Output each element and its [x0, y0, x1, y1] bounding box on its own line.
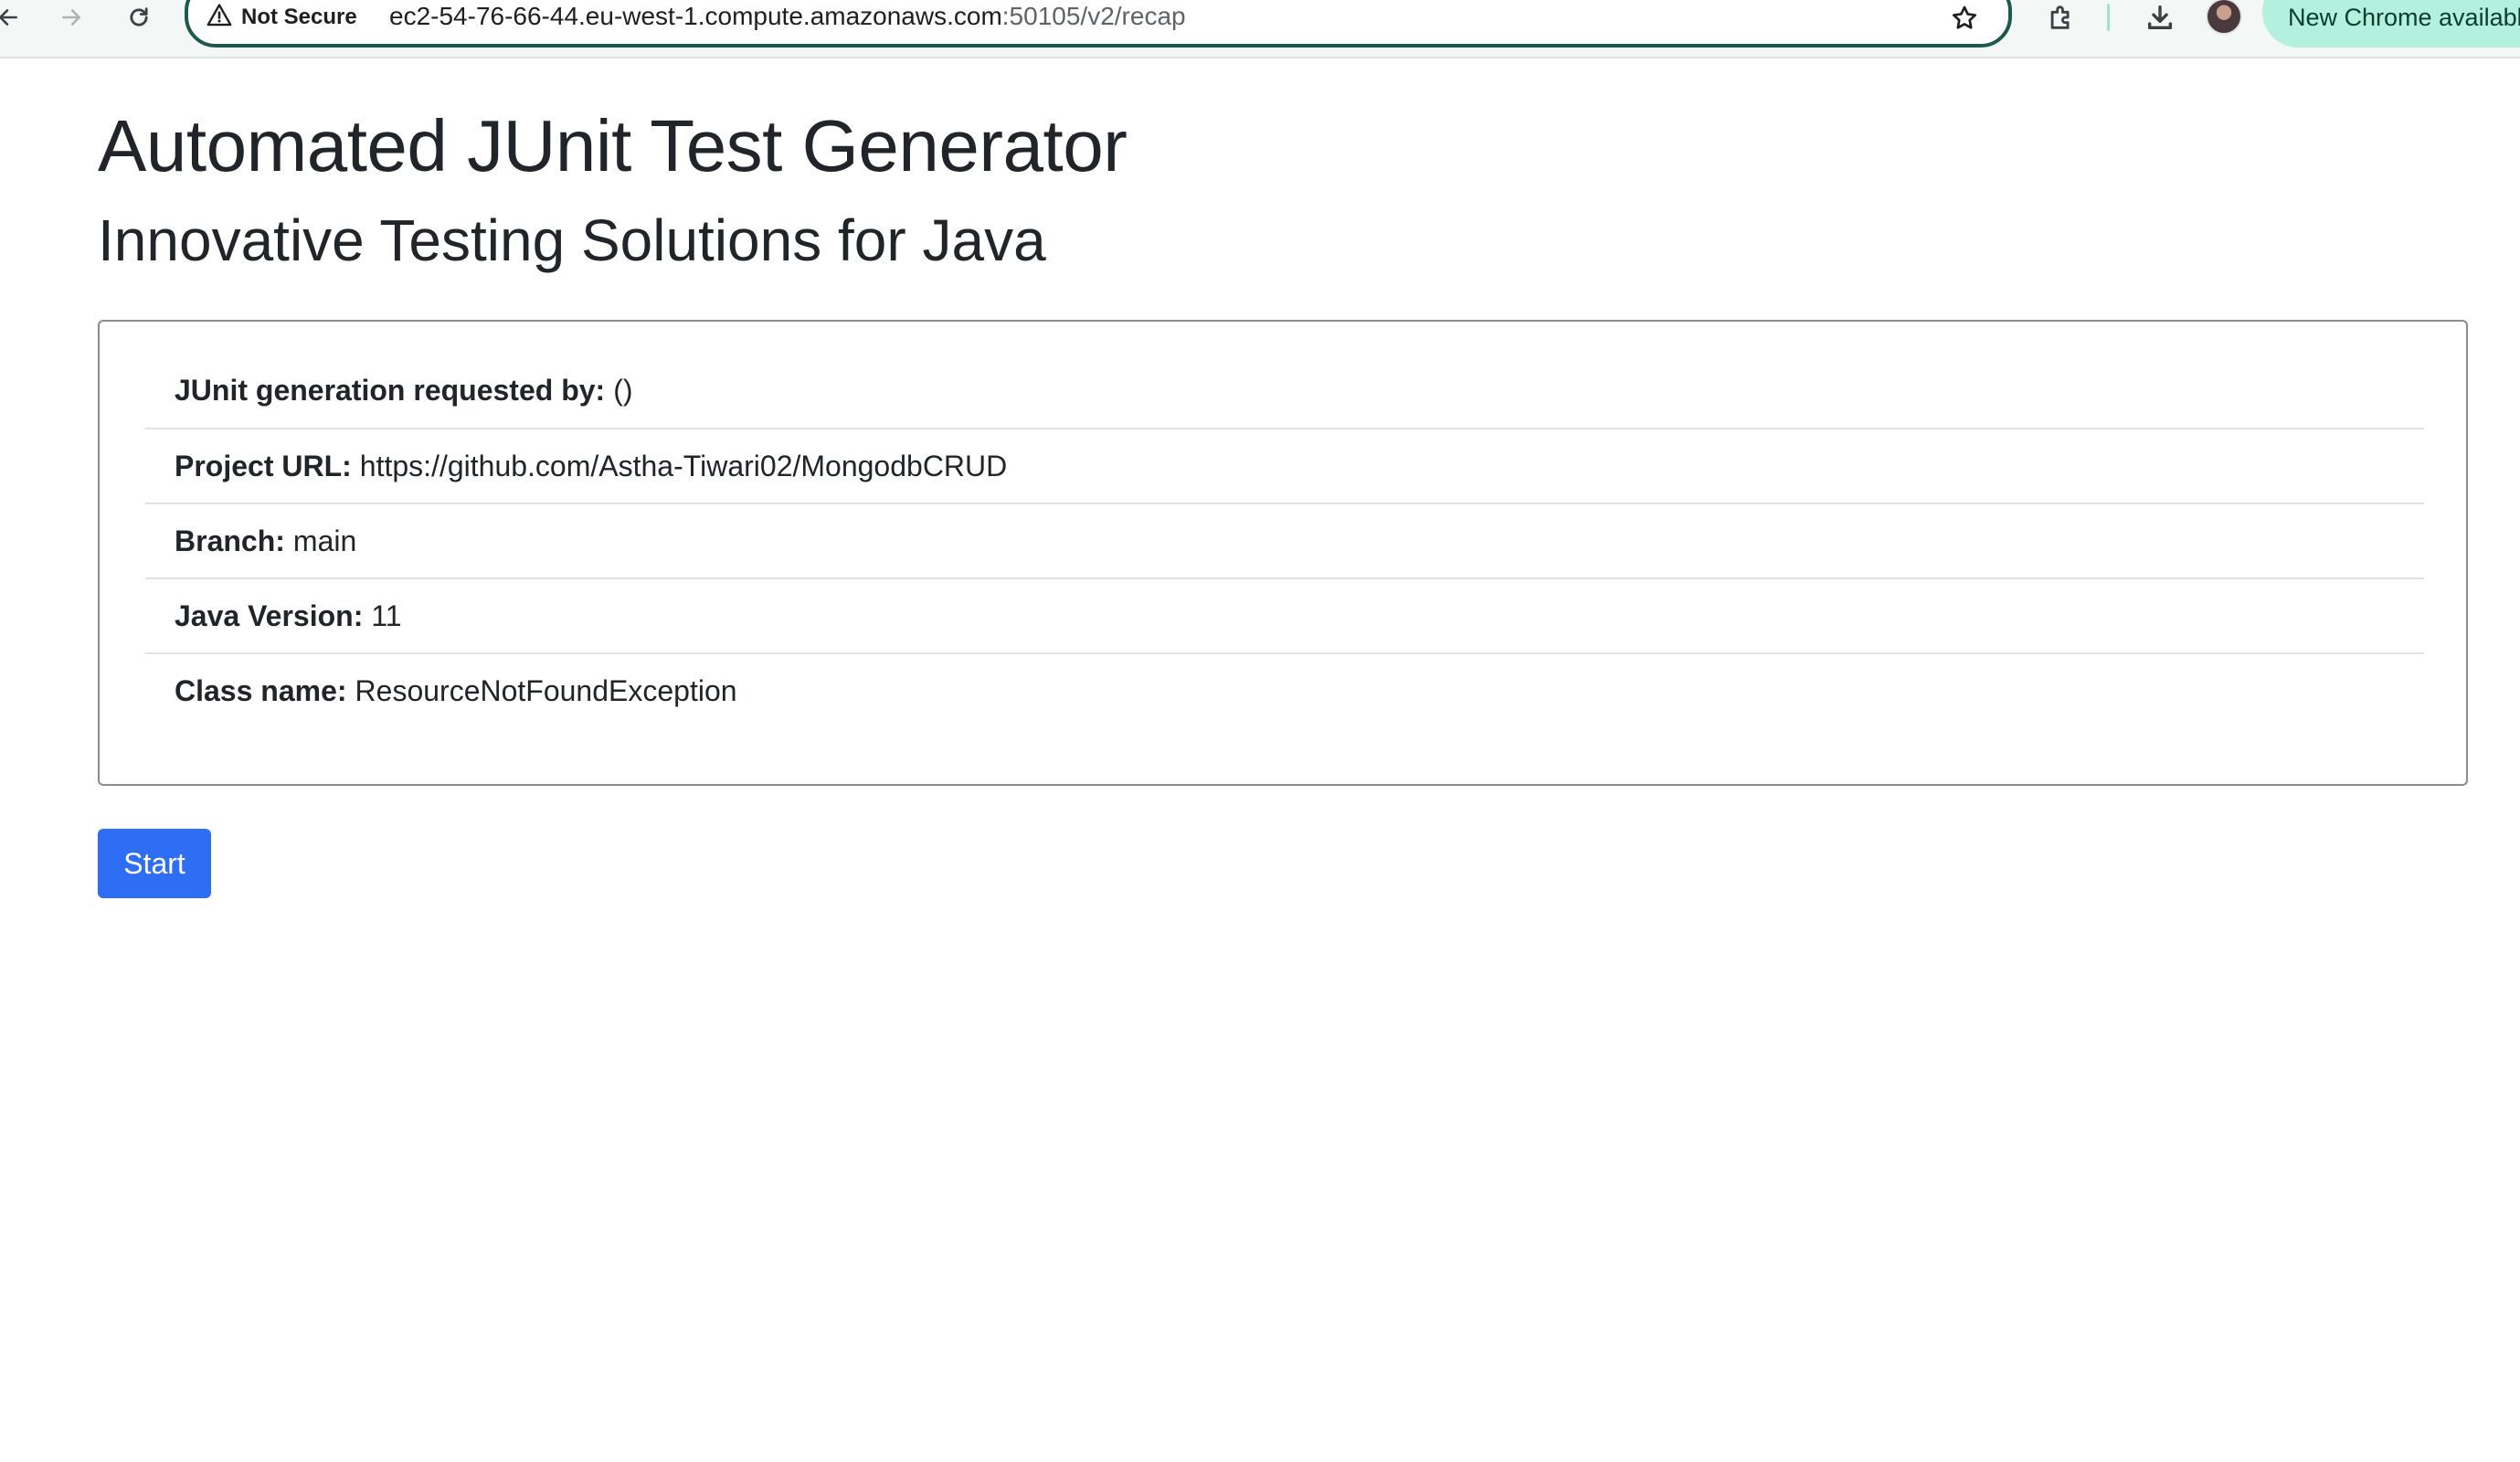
- recap-value: 11: [371, 599, 402, 632]
- address-bar[interactable]: Not Secure ec2-54-76-66-44.eu-west-1.com…: [185, 0, 2012, 48]
- back-icon[interactable]: [0, 0, 22, 35]
- recap-value: https://github.com/Astha-Tiwari02/Mongod…: [359, 449, 1008, 482]
- star-icon[interactable]: [1948, 2, 1981, 35]
- forward-icon[interactable]: [55, 0, 88, 35]
- recap-label: Class name:: [175, 673, 347, 707]
- avatar[interactable]: [2206, 0, 2242, 35]
- recap-value: (): [613, 373, 633, 407]
- page-subtitle: Innovative Testing Solutions for Java: [98, 207, 1046, 273]
- reload-icon[interactable]: [122, 0, 155, 35]
- recap-value: ResourceNotFoundException: [355, 673, 737, 707]
- recap-list: JUnit generation requested by: () Projec…: [145, 353, 2424, 727]
- recap-label: Project URL:: [175, 449, 352, 482]
- warning-icon: [206, 3, 232, 33]
- recap-value: main: [292, 524, 357, 557]
- security-label: Not Secure: [241, 5, 357, 29]
- url-host: ec2-54-76-66-44.eu-west-1.compute.amazon…: [389, 2, 1002, 30]
- recap-label: Java Version:: [175, 599, 364, 632]
- recap-card: JUnit generation requested by: () Projec…: [98, 320, 2468, 786]
- url-path: :50105/v2/recap: [1001, 2, 1186, 30]
- new-chrome-available-button[interactable]: New Chrome availabl: [2262, 0, 2520, 48]
- page-title: Automated JUnit Test Generator: [98, 105, 1128, 186]
- download-icon[interactable]: [2142, 0, 2178, 35]
- update-chip-label: New Chrome availabl: [2288, 4, 2520, 31]
- security-chip[interactable]: Not Secure: [206, 3, 357, 33]
- recap-item-branch: Branch: main: [145, 503, 2424, 577]
- browser-toolbar: Not Secure ec2-54-76-66-44.eu-west-1.com…: [0, 0, 2520, 58]
- start-button[interactable]: Start: [98, 829, 211, 898]
- recap-item-project-url: Project URL: https://github.com/Astha-Ti…: [145, 428, 2424, 503]
- recap-item-java-version: Java Version: 11: [145, 577, 2424, 652]
- url-text[interactable]: ec2-54-76-66-44.eu-west-1.compute.amazon…: [389, 2, 1186, 31]
- recap-label: JUnit generation requested by:: [175, 373, 606, 407]
- toolbar-divider: [2107, 4, 2110, 31]
- extensions-icon[interactable]: [2043, 0, 2080, 35]
- recap-item-requested-by: JUnit generation requested by: (): [145, 353, 2424, 428]
- recap-label: Branch:: [175, 524, 285, 557]
- recap-item-class-name: Class name: ResourceNotFoundException: [145, 652, 2424, 727]
